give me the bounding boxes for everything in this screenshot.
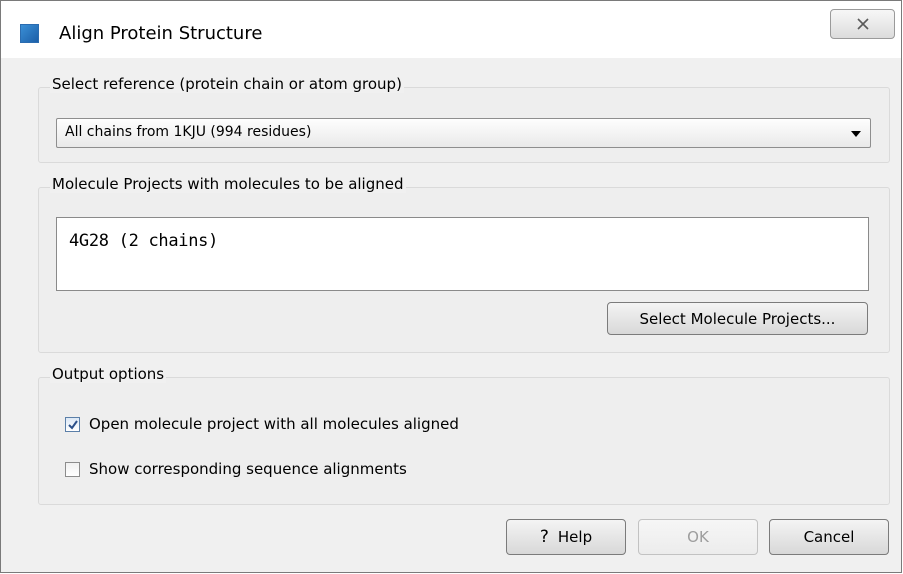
- reference-selected-value: All chains from 1KJU (994 residues): [65, 124, 312, 140]
- output-options-group: Output options: [38, 365, 890, 505]
- close-icon: [856, 18, 869, 30]
- help-button[interactable]: ? Help: [506, 519, 626, 555]
- checkmark-icon: [68, 419, 78, 430]
- reference-select[interactable]: All chains from 1KJU (994 residues): [56, 118, 871, 148]
- ok-button[interactable]: OK: [638, 519, 758, 555]
- chevron-down-icon: [851, 131, 861, 137]
- show-sequence-alignments-option[interactable]: Show corresponding sequence alignments: [65, 460, 407, 478]
- window-title: Align Protein Structure: [59, 23, 263, 44]
- show-sequence-alignments-label: Show corresponding sequence alignments: [89, 460, 407, 478]
- select-molecule-projects-button[interactable]: Select Molecule Projects...: [607, 302, 868, 335]
- open-aligned-project-checkbox[interactable]: [65, 416, 80, 432]
- close-button[interactable]: [830, 9, 895, 39]
- help-label: Help: [557, 528, 593, 546]
- app-icon: [20, 24, 39, 43]
- open-aligned-project-label: Open molecule project with all molecules…: [89, 415, 459, 433]
- show-sequence-alignments-checkbox[interactable]: [65, 461, 80, 477]
- title-bar[interactable]: Align Protein Structure: [1, 1, 901, 58]
- molecule-projects-list[interactable]: 4G28 (2 chains): [56, 217, 869, 291]
- list-item[interactable]: 4G28 (2 chains): [69, 231, 218, 251]
- align-protein-structure-dialog: Align Protein Structure Select reference…: [0, 0, 902, 573]
- help-icon: ?: [539, 527, 549, 547]
- open-aligned-project-option[interactable]: Open molecule project with all molecules…: [65, 415, 459, 433]
- output-options-group-label: Output options: [50, 365, 167, 383]
- reference-group-label: Select reference (protein chain or atom …: [50, 75, 404, 93]
- molecule-projects-group-label: Molecule Projects with molecules to be a…: [50, 175, 406, 193]
- cancel-button[interactable]: Cancel: [769, 519, 889, 555]
